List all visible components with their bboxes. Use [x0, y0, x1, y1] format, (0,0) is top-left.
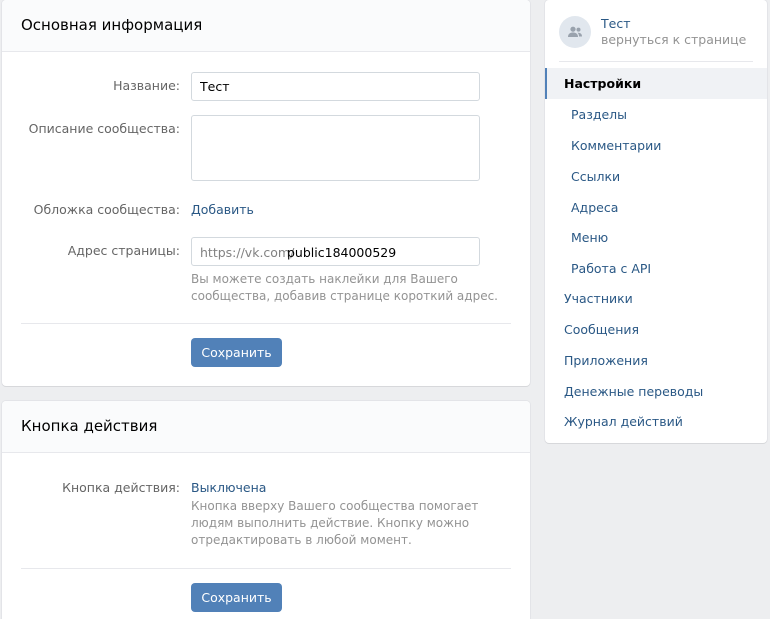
sidebar-item-apps[interactable]: Приложения [545, 345, 767, 376]
sidebar-item-sections[interactable]: Разделы [545, 99, 767, 130]
description-textarea[interactable] [191, 115, 480, 181]
sidebar-item-menu[interactable]: Меню [545, 222, 767, 253]
action-save-button[interactable]: Сохранить [191, 583, 282, 612]
sidebar-item-links[interactable]: Ссылки [545, 161, 767, 192]
action-button-card: Кнопка действия Кнопка действия: Выключе… [2, 401, 530, 619]
save-button[interactable]: Сохранить [191, 338, 282, 367]
name-input[interactable] [191, 72, 480, 101]
sidebar-item-api[interactable]: Работа с API [545, 253, 767, 284]
avatar[interactable] [559, 16, 591, 48]
main-info-title: Основная информация [21, 16, 203, 34]
back-to-page-link[interactable]: вернуться к странице [601, 32, 746, 47]
sidebar-item-messages[interactable]: Сообщения [545, 314, 767, 345]
action-header: Кнопка действия [2, 401, 530, 453]
address-input[interactable]: https://vk.com/ public184000529 [191, 237, 480, 266]
users-icon [568, 26, 582, 37]
cover-label: Обложка сообщества: [33, 202, 180, 217]
action-status-link[interactable]: Выключена [191, 480, 266, 495]
sidebar-item-addresses[interactable]: Адреса [545, 192, 767, 223]
address-hint: Вы можете создать наклейки для Вашего со… [191, 272, 498, 303]
main-info-card: Основная информация Название: Описание с… [2, 0, 530, 386]
sidebar-item-action-log[interactable]: Журнал действий [545, 406, 767, 437]
address-value: public184000529 [287, 245, 397, 260]
address-label: Адрес страницы: [67, 243, 180, 258]
cover-add-link[interactable]: Добавить [191, 202, 254, 217]
action-label: Кнопка действия: [62, 480, 180, 495]
address-prefix: https://vk.com/ [200, 245, 295, 260]
action-hint: Кнопка вверху Вашего сообщества помогает… [191, 499, 479, 547]
name-label: Название: [113, 78, 180, 93]
sidebar-item-settings[interactable]: Настройки [545, 68, 767, 99]
group-name[interactable]: Тест [601, 16, 630, 31]
sidebar-menu: Тест вернуться к странице Настройки Разд… [545, 0, 767, 443]
divider [21, 568, 511, 569]
sidebar-item-comments[interactable]: Комментарии [545, 130, 767, 161]
description-label: Описание сообщества: [28, 121, 180, 136]
divider [21, 323, 511, 324]
main-info-header: Основная информация [2, 0, 530, 52]
group-header[interactable]: Тест вернуться к странице [559, 14, 753, 62]
sidebar-item-members[interactable]: Участники [545, 283, 767, 314]
sidebar-item-money-transfers[interactable]: Денежные переводы [545, 376, 767, 407]
action-title: Кнопка действия [21, 417, 158, 435]
